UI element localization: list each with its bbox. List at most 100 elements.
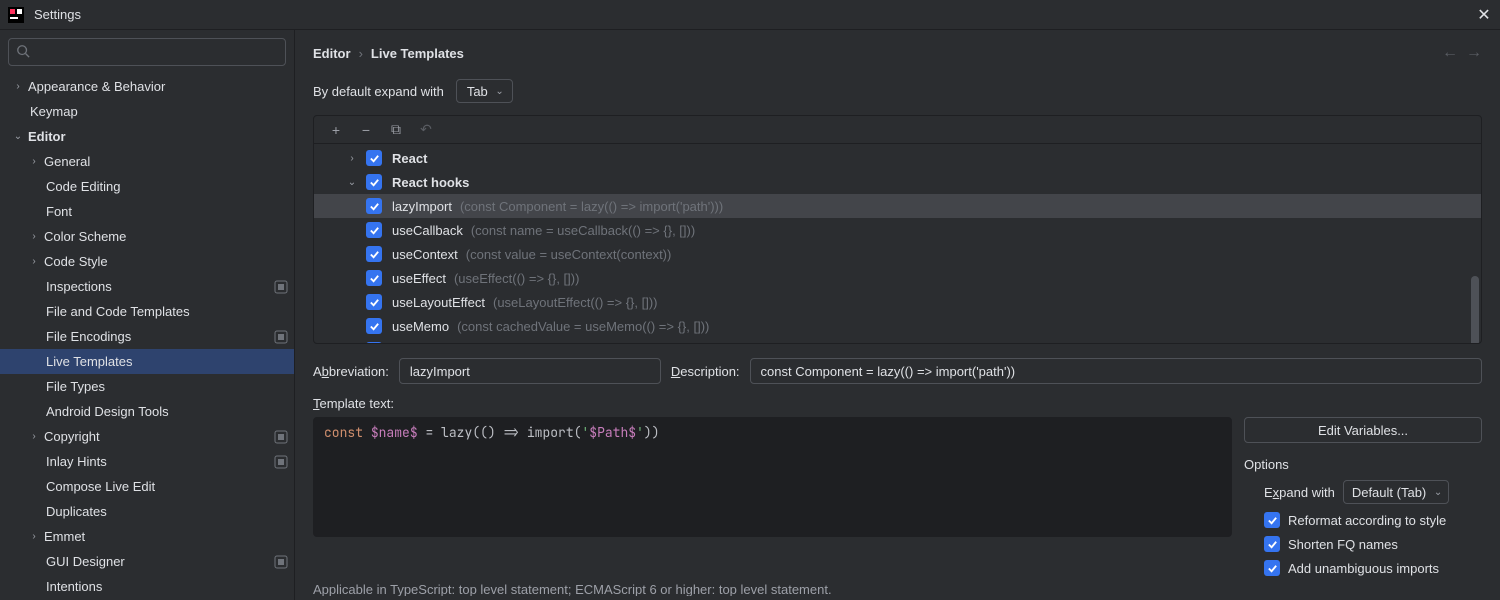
sidebar-item-color-scheme[interactable]: ›Color Scheme: [0, 224, 294, 249]
template-item-usereducer[interactable]: useReducer (const [state, dispatch] = use…: [314, 338, 1481, 343]
sidebar-item-compose-live-edit[interactable]: Compose Live Edit: [0, 474, 294, 499]
duplicate-button[interactable]: ⧉: [388, 121, 404, 138]
option-reformat[interactable]: Reformat according to style: [1244, 512, 1482, 528]
template-text-editor[interactable]: const $name$ = lazy(() => import('$Path$…: [313, 417, 1232, 537]
checkbox-checked-icon[interactable]: [366, 174, 382, 190]
template-group-label: React hooks: [392, 175, 469, 190]
sidebar-item-keymap[interactable]: Keymap: [0, 99, 294, 124]
sidebar-item-gui-designer[interactable]: GUI Designer: [0, 549, 294, 574]
template-item-usecallback[interactable]: useCallback(const name = useCallback(() …: [314, 218, 1481, 242]
sidebar-item-duplicates[interactable]: Duplicates: [0, 499, 294, 524]
sidebar-item-editor[interactable]: ⌄Editor: [0, 124, 294, 149]
option-unambiguous[interactable]: Add unambiguous imports: [1244, 560, 1482, 576]
templates-list-box: + − ⧉ ↶ ›React⌄React hookslazyImport(con…: [313, 115, 1482, 344]
sidebar-item-inspections[interactable]: Inspections: [0, 274, 294, 299]
template-item-desc: (const name = useCallback(() => {}, [])): [471, 223, 695, 238]
chevron-down-icon: ⌄: [1434, 487, 1442, 498]
sidebar-item-appearance-behavior[interactable]: ›Appearance & Behavior: [0, 74, 294, 99]
chevron-right-icon[interactable]: ›: [26, 231, 42, 242]
sidebar-item-emmet[interactable]: ›Emmet: [0, 524, 294, 549]
chevron-down-icon[interactable]: ⌄: [10, 131, 26, 142]
template-item-desc: (const cachedValue = useMemo(() => {}, […: [457, 319, 709, 334]
template-item-usecontext[interactable]: useContext(const value = useContext(cont…: [314, 242, 1481, 266]
template-item-name: useMemo: [392, 319, 449, 334]
code-mid: = lazy(() => import(: [418, 424, 582, 441]
abbreviation-input[interactable]: [399, 358, 661, 384]
sidebar-item-label: Code Style: [44, 254, 294, 269]
sidebar-item-general[interactable]: ›General: [0, 149, 294, 174]
abbreviation-label: Abbreviation:: [313, 364, 389, 379]
checkbox-checked-icon[interactable]: [366, 198, 382, 214]
templates-toolbar: + − ⧉ ↶: [314, 116, 1481, 144]
template-text-label: Template text:: [313, 396, 1482, 411]
description-input[interactable]: [750, 358, 1482, 384]
template-group-react[interactable]: ›React: [314, 146, 1481, 170]
settings-tree[interactable]: ›Appearance & BehaviorKeymap⌄Editor›Gene…: [0, 74, 294, 600]
expand-with-value: Default (Tab): [1352, 485, 1426, 500]
default-expand-select[interactable]: Tab ⌄: [456, 79, 513, 103]
close-icon[interactable]: ✕: [1476, 7, 1492, 23]
template-item-desc: (const [state, dispatch] = useReducer(pa…: [470, 343, 741, 344]
templates-list[interactable]: ›React ⌄ React hooks lazyImport(const Compo…: [314, 144, 1481, 343]
chevron-down-icon[interactable]: ⌄: [344, 177, 360, 188]
sidebar-item-intentions[interactable]: Intentions: [0, 574, 294, 599]
checkbox-checked-icon[interactable]: [1264, 536, 1280, 552]
description-label: Description:: [671, 364, 740, 379]
checkbox-checked-icon[interactable]: [366, 150, 382, 166]
template-item-usememo[interactable]: useMemo (const cachedValue = useMemo(() =…: [314, 314, 1481, 338]
checkbox-checked-icon[interactable]: [366, 222, 382, 238]
breadcrumb-sep: ›: [359, 46, 363, 61]
code-keyword: const: [324, 424, 363, 441]
checkbox-checked-icon[interactable]: [1264, 512, 1280, 528]
sidebar-item-file-types[interactable]: File Types: [0, 374, 294, 399]
chevron-right-icon[interactable]: ›: [26, 531, 42, 542]
expand-with-select[interactable]: Default (Tab) ⌄: [1343, 480, 1449, 504]
sidebar-item-label: Emmet: [44, 529, 294, 544]
checkbox-checked-icon[interactable]: [366, 246, 382, 262]
option-shorten[interactable]: Shorten FQ names: [1244, 536, 1482, 552]
template-item-name: useLayoutEffect: [392, 295, 485, 310]
titlebar: Settings ✕: [0, 0, 1500, 30]
chevron-right-icon[interactable]: ›: [26, 156, 42, 167]
code-quote-2: ': [636, 424, 644, 441]
checkbox-checked-icon[interactable]: [1264, 560, 1280, 576]
search-input[interactable]: [8, 38, 286, 66]
applicable-contexts[interactable]: Applicable in TypeScript: top level stat…: [313, 582, 1482, 596]
checkbox-checked-icon[interactable]: [366, 342, 382, 343]
template-item-lazyimport[interactable]: lazyImport(const Component = lazy(() => …: [314, 194, 1481, 218]
chevron-right-icon[interactable]: ›: [10, 81, 26, 92]
checkbox-checked-icon[interactable]: [366, 318, 382, 334]
template-item-useeffect[interactable]: useEffect(useEffect(() => {}, [])): [314, 266, 1481, 290]
sidebar-item-code-editing[interactable]: Code Editing: [0, 174, 294, 199]
sidebar-item-font[interactable]: Font: [0, 199, 294, 224]
sidebar-item-inlay-hints[interactable]: Inlay Hints: [0, 449, 294, 474]
scrollbar-thumb[interactable]: [1471, 276, 1479, 344]
edit-variables-button[interactable]: Edit Variables...: [1244, 417, 1482, 443]
breadcrumb: Editor › Live Templates: [313, 46, 1482, 61]
sidebar-item-label: GUI Designer: [46, 554, 272, 569]
breadcrumb-editor[interactable]: Editor: [313, 46, 351, 61]
chevron-right-icon[interactable]: ›: [26, 256, 42, 267]
sidebar-item-android-design-tools[interactable]: Android Design Tools: [0, 399, 294, 424]
sidebar-item-live-templates[interactable]: Live Templates: [0, 349, 294, 374]
sidebar-item-file-and-code-templates[interactable]: File and Code Templates: [0, 299, 294, 324]
sidebar-item-code-style[interactable]: ›Code Style: [0, 249, 294, 274]
template-item-desc: (useLayoutEffect(() => {}, [])): [493, 295, 658, 310]
template-item-name: lazyImport: [392, 199, 452, 214]
search-icon: [16, 44, 30, 61]
template-item-name: useReducer: [392, 343, 462, 344]
chevron-right-icon[interactable]: ›: [26, 431, 42, 442]
nav-back-icon[interactable]: ←: [1442, 44, 1458, 62]
add-button[interactable]: +: [328, 122, 344, 138]
sidebar-item-copyright[interactable]: ›Copyright: [0, 424, 294, 449]
checkbox-checked-icon[interactable]: [366, 294, 382, 310]
template-group-react-hooks[interactable]: ⌄ React hooks: [314, 170, 1481, 194]
sidebar-item-file-encodings[interactable]: File Encodings: [0, 324, 294, 349]
checkbox-checked-icon[interactable]: [366, 270, 382, 286]
sidebar-item-label: File Encodings: [46, 329, 272, 344]
nav-forward-icon[interactable]: →: [1466, 44, 1482, 62]
template-item-uselayouteffect[interactable]: useLayoutEffect (useLayoutEffect(() => {}…: [314, 290, 1481, 314]
remove-button[interactable]: −: [358, 122, 374, 138]
chevron-right-icon[interactable]: ›: [344, 153, 360, 164]
sidebar-item-label: Live Templates: [46, 354, 294, 369]
